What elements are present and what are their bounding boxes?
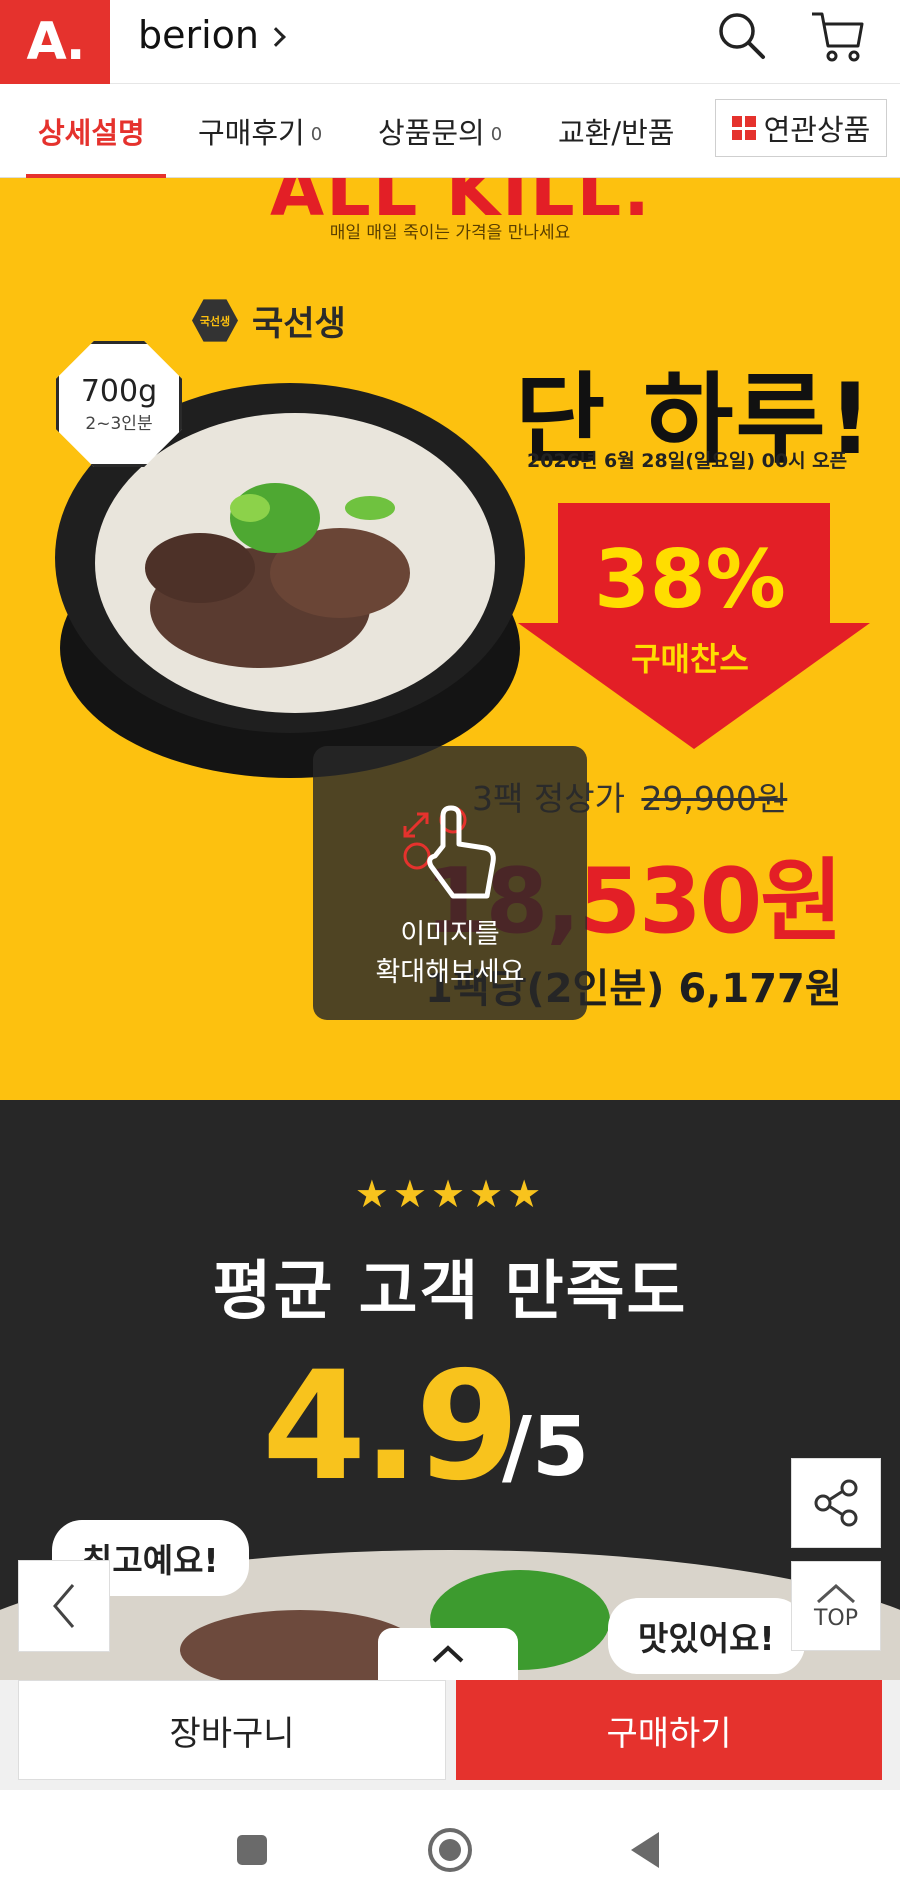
related-products-button[interactable]: 연관상품 [715, 99, 887, 157]
discount-label: 구매찬스 [631, 640, 749, 678]
system-navigation-bar [0, 1790, 900, 1900]
expand-panel-button[interactable] [378, 1628, 518, 1680]
add-to-cart-button[interactable]: 장바구니 [18, 1680, 446, 1780]
zoom-hint-line-1: 이미지를 [400, 919, 500, 950]
tab-label: 상세설명 [38, 116, 145, 150]
tab-count: 0 [310, 123, 323, 145]
rating-max: /5 [502, 1400, 590, 1495]
rating-score: 4.9 [262, 1340, 520, 1514]
tab-detail[interactable]: 상세설명 [38, 84, 145, 178]
rating-title: 평균 고객 만족도 [212, 1255, 688, 1329]
brand-label: 국선생 국선생 [192, 296, 346, 345]
share-icon [814, 1479, 858, 1527]
zoom-hint-line-2: 확대해보세요 [375, 957, 525, 988]
back-icon[interactable] [615, 1820, 675, 1880]
brand-name: 국선생 [252, 304, 346, 344]
store-logo[interactable]: A. [0, 0, 110, 84]
store-name-link[interactable]: berion [138, 0, 286, 70]
weight-text: 700g [80, 374, 158, 409]
previous-button[interactable] [18, 1560, 110, 1652]
star-rating-icon: ★★★★★ [354, 1172, 546, 1216]
search-icon[interactable] [712, 6, 772, 66]
chevron-left-icon [53, 1584, 75, 1628]
chevron-right-icon [266, 27, 286, 47]
zoom-hint-text: 이미지를 확대해보세요 [313, 916, 587, 992]
chevron-up-icon [432, 1645, 464, 1663]
pinch-zoom-icon [403, 805, 496, 899]
recent-apps-icon[interactable] [222, 1820, 282, 1880]
rating-section-image: ★★★★★ 평균 고객 만족도 4.9 /5 최고예요! 맛있어요! [0, 1100, 900, 1680]
review-bubble: 맛있어요! [608, 1598, 805, 1674]
grid-icon [731, 116, 756, 140]
tab-inquiries[interactable]: 상품문의 0 [378, 84, 502, 178]
chevron-up-icon [817, 1583, 855, 1603]
share-button[interactable] [791, 1458, 881, 1548]
scroll-top-button[interactable]: TOP [791, 1561, 881, 1651]
zoom-hint-overlay[interactable]: 이미지를 확대해보세요 [313, 746, 587, 1020]
tab-count: 0 [490, 123, 503, 145]
cart-icon[interactable] [808, 6, 868, 66]
purchase-action-bar: 장바구니 구매하기 [0, 1680, 900, 1790]
store-name: berion [138, 13, 260, 57]
app-header: A. berion [0, 0, 900, 84]
tab-label: 교환/반품 [558, 116, 675, 150]
tab-label: 상품문의 [378, 116, 485, 150]
buy-now-button[interactable]: 구매하기 [456, 1680, 882, 1780]
original-price: 29,900원 [641, 779, 788, 818]
brand-logo: 국선생 [192, 299, 238, 342]
home-icon[interactable] [420, 1820, 480, 1880]
tab-exchange-return[interactable]: 교환/반품 [558, 84, 688, 178]
promo-subtitle: 매일 매일 죽이는 가격을 만나세요 [329, 223, 571, 243]
promo-banner-image[interactable]: ALL KILL. 매일 매일 죽이는 가격을 만나세요 국선생 국선생 700… [0, 178, 900, 1100]
discount-percent: 38% [594, 533, 786, 626]
promo-date: 2026년 6월 28일(일요일) 00시 오픈 [527, 450, 848, 472]
tab-reviews[interactable]: 구매후기 0 [198, 84, 322, 178]
related-products-label: 연관상품 [763, 113, 871, 147]
servings-text: 2~3인분 [85, 414, 153, 434]
scroll-top-label: TOP [813, 1605, 859, 1631]
tab-label: 구매후기 [198, 116, 305, 150]
